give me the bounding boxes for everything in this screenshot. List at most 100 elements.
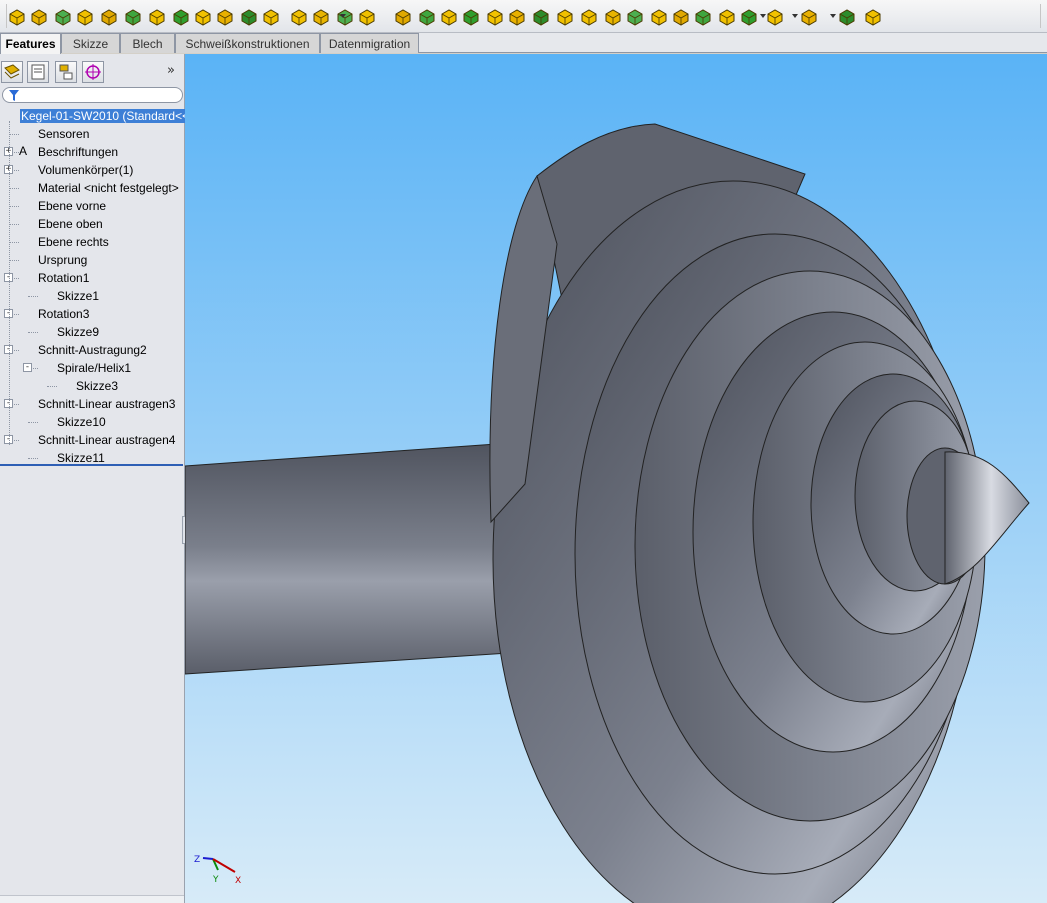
toolbar-dropdown-arrow-icon[interactable] — [340, 14, 346, 18]
toolbar-tool-icon — [217, 9, 233, 26]
tree-item-ebene-oben[interactable]: Ebene oben — [19, 215, 103, 233]
material-icon — [19, 180, 35, 196]
graphics-viewport[interactable]: Z Y X — [185, 54, 1047, 903]
toolbar-button-28[interactable] — [650, 8, 668, 26]
tree-item-skizze9[interactable]: Skizze9 — [38, 323, 99, 341]
toolbar-button-31[interactable] — [718, 8, 736, 26]
toolbar-button-33[interactable] — [766, 8, 784, 26]
toolbar-button-13[interactable] — [290, 8, 308, 26]
tree-item-sensoren[interactable]: Sensoren — [19, 125, 89, 143]
tree-item-schnitt-linear-austragen4[interactable]: Schnitt-Linear austragen4 — [19, 431, 175, 449]
toolbar-button-7[interactable] — [148, 8, 166, 26]
toolbar-button-17[interactable] — [394, 8, 412, 26]
toolbar-button-26[interactable] — [604, 8, 622, 26]
toolbar-button-20[interactable] — [462, 8, 480, 26]
toolbar-button-12[interactable] — [262, 8, 280, 26]
configurationmanager-tab[interactable] — [55, 61, 77, 83]
horizontal-scrollbar[interactable] — [0, 895, 184, 903]
tree-item-label: Beschriftungen — [38, 145, 119, 159]
toolbar-button-35[interactable] — [838, 8, 856, 26]
tree-item-schnitt-austragung2[interactable]: Schnitt-Austragung2 — [19, 341, 147, 359]
toolbar-button-24[interactable] — [556, 8, 574, 26]
toolbar-button-18[interactable] — [418, 8, 436, 26]
toolbar-button-21[interactable] — [486, 8, 504, 26]
sketch-icon — [38, 288, 54, 304]
toolbar-separator — [1040, 4, 1041, 28]
toolbar-tool-icon — [9, 9, 25, 26]
tab-blech[interactable]: Blech — [120, 33, 175, 53]
toolbar-button-5[interactable] — [100, 8, 118, 26]
dimxpert-tab[interactable] — [82, 61, 104, 83]
toolbar-tool-icon — [77, 9, 93, 26]
tab-skizze[interactable]: Skizze — [61, 33, 120, 53]
annotation-icon: A — [19, 144, 35, 160]
panel-tab-bar: » — [0, 54, 185, 86]
tree-item-label: Rotation1 — [38, 271, 90, 285]
tree-item-schnitt-linear-austragen3[interactable]: Schnitt-Linear austragen3 — [19, 395, 175, 413]
tab-datenmigration[interactable]: Datenmigration — [320, 33, 419, 53]
tab-schweisskonstruktionen[interactable]: Schweißkonstruktionen — [175, 33, 320, 53]
toolbar-tool-icon — [149, 9, 165, 26]
tree-item-volumenkörper-1[interactable]: Volumenkörper(1) — [19, 161, 133, 179]
propertymanager-icon — [31, 64, 45, 80]
toolbar-button-27[interactable] — [626, 8, 644, 26]
toolbar-tool-icon — [627, 9, 643, 26]
svg-text:A: A — [19, 144, 28, 158]
toolbar-button-30[interactable] — [694, 8, 712, 26]
tab-features[interactable]: Features — [0, 33, 61, 54]
toolbar-button-8[interactable] — [172, 8, 190, 26]
featuremanager-tab[interactable] — [1, 61, 23, 83]
tree-item-ebene-rechts[interactable]: Ebene rechts — [19, 233, 109, 251]
tree-item-skizze10[interactable]: Skizze10 — [38, 413, 106, 431]
tree-trunk-line — [9, 121, 10, 445]
tree-item-ursprung[interactable]: Ursprung — [19, 251, 87, 269]
toolbar-button-9[interactable] — [194, 8, 212, 26]
toolbar-button-3[interactable] — [54, 8, 72, 26]
toolbar-button-4[interactable] — [76, 8, 94, 26]
toolbar-button-36[interactable] — [864, 8, 882, 26]
toolbar-button-2[interactable] — [30, 8, 48, 26]
tree-item-beschriftungen[interactable]: A Beschriftungen — [19, 143, 118, 161]
tree-item-label: Skizze10 — [57, 415, 106, 429]
tree-item-skizze1[interactable]: Skizze1 — [38, 287, 99, 305]
toolbar-button-34[interactable] — [800, 8, 818, 26]
tree-item-spirale-helix1[interactable]: Spirale/Helix1 — [38, 359, 131, 377]
toolbar-dropdown-arrow-icon[interactable] — [830, 14, 836, 18]
tree-root-part[interactable]: Kegel-01-SW2010 (Standard<< — [1, 107, 191, 125]
toolbar-tool-icon — [441, 9, 457, 26]
tree-item-material-nicht-festgelegt[interactable]: Material <nicht festgelegt> — [19, 179, 179, 197]
toolbar-button-32[interactable] — [740, 8, 758, 26]
tree-filter-input[interactable] — [2, 87, 183, 103]
tree-item-rotation3[interactable]: Rotation3 — [19, 305, 89, 323]
more-tabs-chevron-icon[interactable]: » — [167, 63, 175, 78]
toolbar-button-1[interactable] — [8, 8, 26, 26]
toolbar-button-16[interactable] — [358, 8, 376, 26]
toolbar-tool-icon — [695, 9, 711, 26]
toolbar-button-22[interactable] — [508, 8, 526, 26]
toolbar-dropdown-arrow-icon[interactable] — [760, 14, 766, 18]
tree-connector — [9, 224, 19, 225]
propertymanager-tab[interactable] — [27, 61, 49, 83]
toolbar-button-23[interactable] — [532, 8, 550, 26]
toolbar-button-10[interactable] — [216, 8, 234, 26]
toolbar-button-14[interactable] — [312, 8, 330, 26]
collapse-icon[interactable]: - — [23, 363, 32, 372]
tree-item-label: Skizze3 — [76, 379, 119, 393]
toolbar-tool-icon — [419, 9, 435, 26]
tree-item-ebene-vorne[interactable]: Ebene vorne — [19, 197, 106, 215]
toolbar-tool-icon — [741, 9, 757, 26]
command-manager-tabs: Features Skizze Blech Schweißkonstruktio… — [0, 33, 1047, 54]
toolbar-tool-icon — [673, 9, 689, 26]
toolbar-tool-icon — [359, 9, 375, 26]
toolbar-button-25[interactable] — [580, 8, 598, 26]
toolbar-tool-icon — [605, 9, 621, 26]
toolbar-button-11[interactable] — [240, 8, 258, 26]
toolbar-dropdown-arrow-icon[interactable] — [792, 14, 798, 18]
tree-item-skizze3[interactable]: Skizze3 — [57, 377, 118, 395]
toolbar-button-19[interactable] — [440, 8, 458, 26]
toolbar-button-6[interactable] — [124, 8, 142, 26]
rollback-bar[interactable] — [0, 464, 183, 466]
toolbar-button-29[interactable] — [672, 8, 690, 26]
tree-item-rotation1[interactable]: Rotation1 — [19, 269, 89, 287]
tree-connector — [28, 458, 38, 459]
